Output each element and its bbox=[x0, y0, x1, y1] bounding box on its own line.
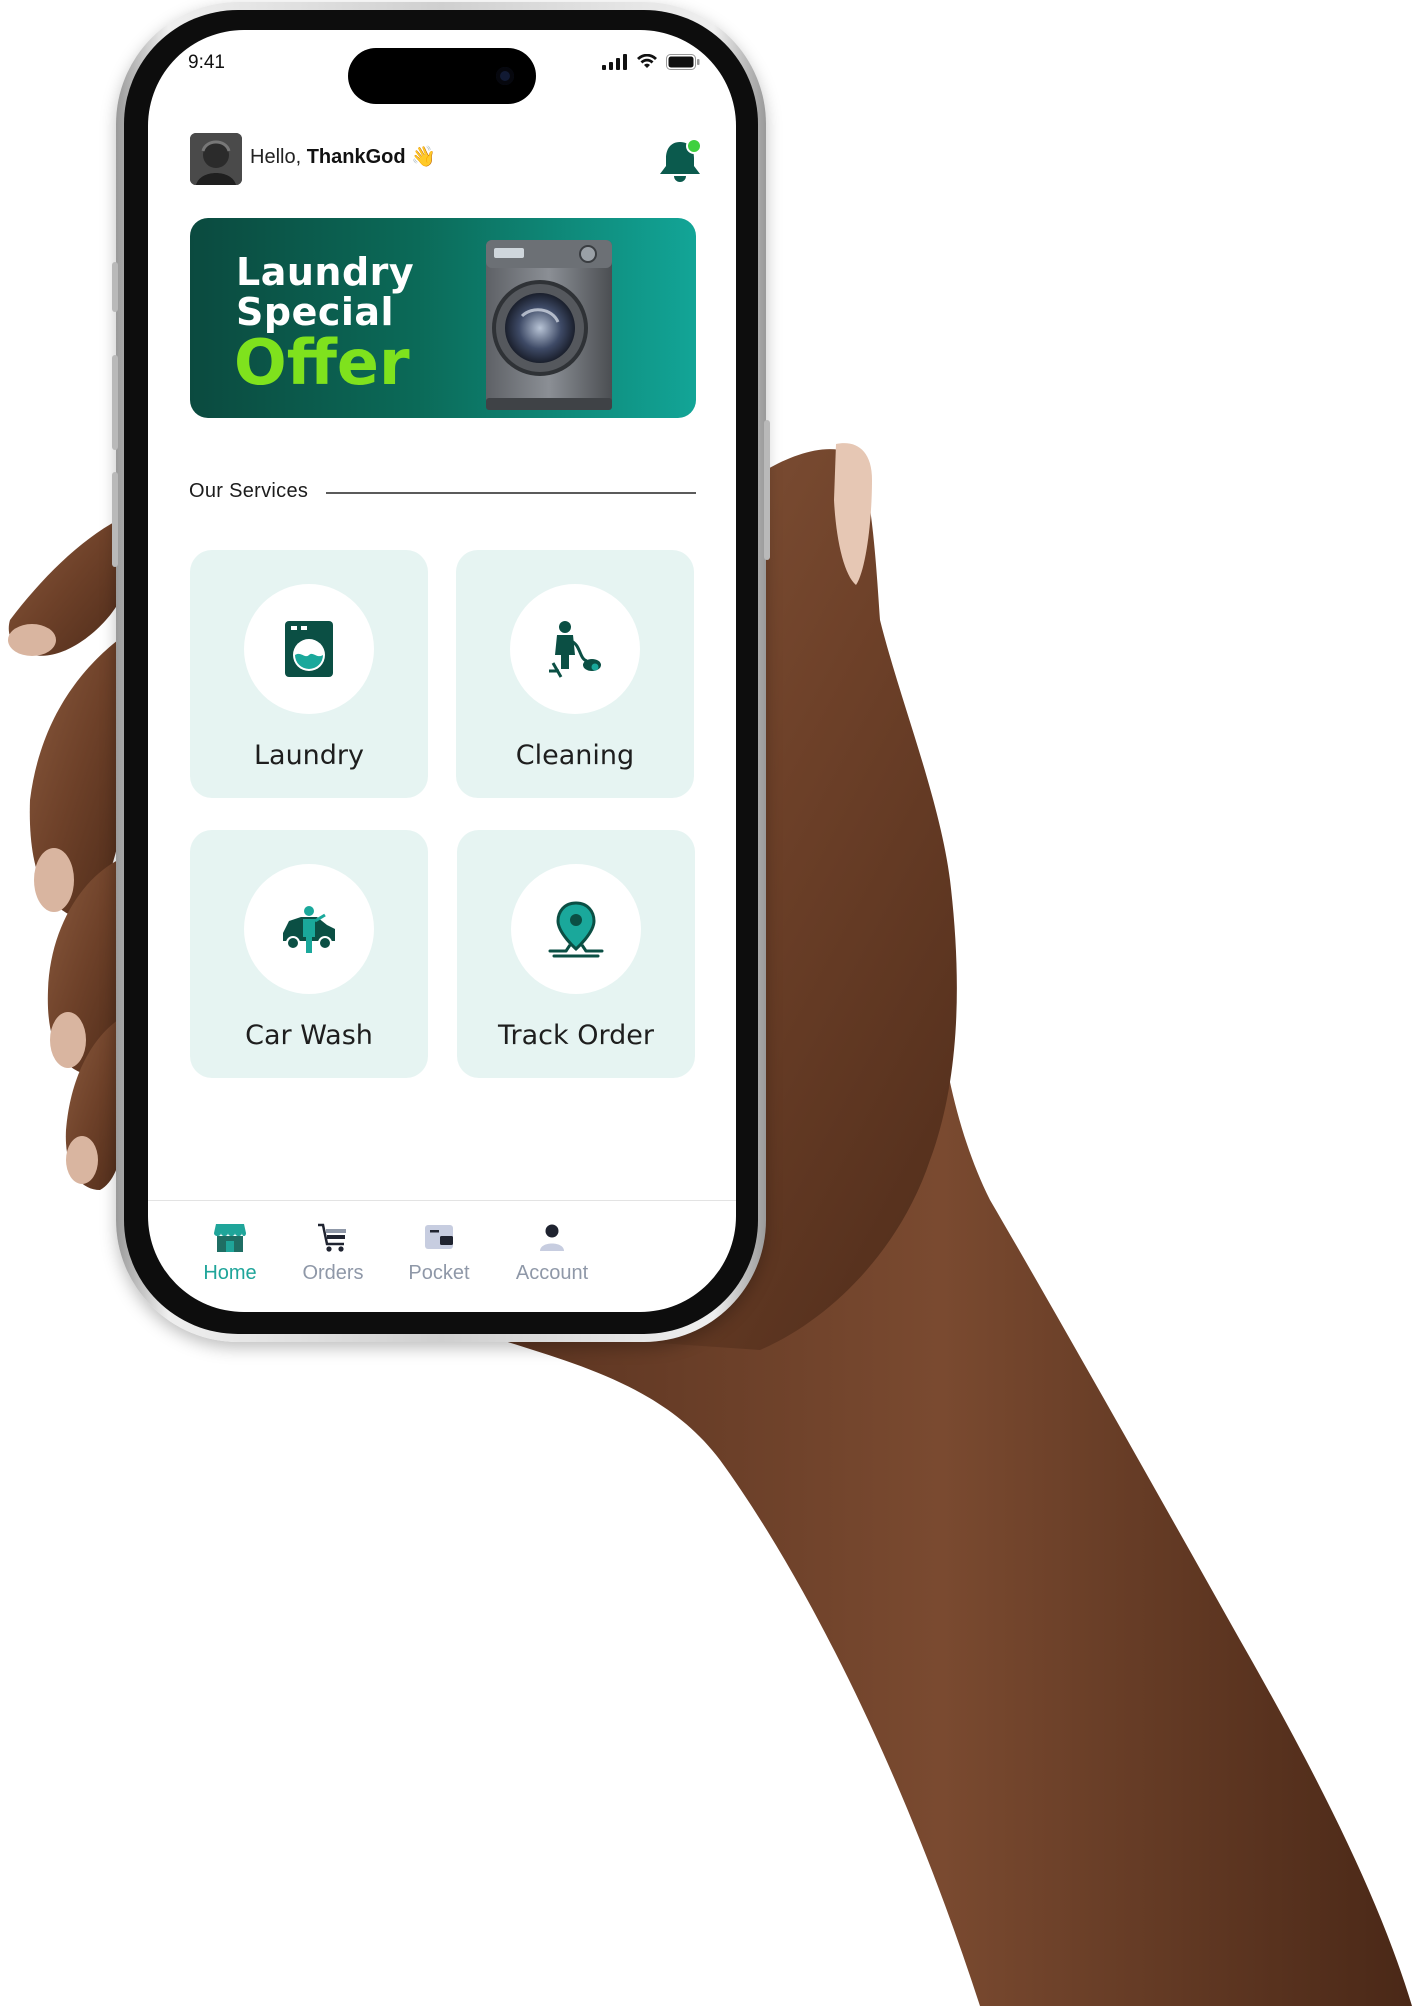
action-button bbox=[112, 262, 118, 312]
greeting: Hello, ThankGod 👋 bbox=[250, 144, 436, 169]
washing-machine-image bbox=[486, 240, 612, 410]
section-title-services: Our Services bbox=[189, 480, 309, 502]
status-time: 9:41 bbox=[188, 52, 225, 73]
nav-label: Account bbox=[515, 1262, 589, 1284]
service-label: Cleaning bbox=[515, 740, 635, 771]
service-card-laundry[interactable]: Laundry bbox=[190, 550, 428, 798]
wave-emoji-icon: 👋 bbox=[411, 146, 437, 168]
phone-screen: 9:41 Hello, ThankGod 👋 Laundry Special O… bbox=[148, 30, 736, 1312]
service-card-track-order[interactable]: Track Order bbox=[457, 830, 695, 1078]
volume-up-button bbox=[112, 355, 118, 450]
battery-icon bbox=[666, 54, 700, 70]
cart-icon bbox=[318, 1223, 346, 1252]
banner-title-line1: Laundry bbox=[236, 250, 415, 294]
service-label: Laundry bbox=[253, 740, 365, 771]
signal-icon bbox=[602, 54, 627, 70]
banner-title-offer: Offer bbox=[234, 326, 410, 399]
user-icon bbox=[540, 1224, 564, 1251]
service-card-cleaning[interactable]: Cleaning bbox=[456, 550, 694, 798]
nav-label: Pocket bbox=[408, 1262, 470, 1284]
camera-icon bbox=[496, 67, 514, 85]
service-card-car-wash[interactable]: Car Wash bbox=[190, 830, 428, 1078]
nav-label: Home bbox=[203, 1262, 257, 1284]
user-name: ThankGod bbox=[306, 146, 406, 168]
location-pin-icon bbox=[548, 901, 604, 958]
store-icon bbox=[214, 1224, 246, 1252]
status-icons bbox=[602, 54, 700, 70]
car-wash-icon bbox=[283, 906, 335, 953]
wifi-icon bbox=[637, 54, 657, 68]
notification-bell-icon[interactable] bbox=[656, 136, 704, 182]
washing-machine-icon bbox=[285, 621, 333, 677]
volume-down-button bbox=[112, 472, 118, 567]
section-divider bbox=[326, 492, 696, 494]
avatar[interactable] bbox=[190, 133, 242, 185]
nav-item-orders[interactable]: Orders bbox=[273, 1220, 393, 1285]
nav-item-account[interactable]: Account bbox=[492, 1220, 612, 1285]
service-icon-circle bbox=[244, 864, 374, 994]
service-icon-circle bbox=[511, 864, 641, 994]
greeting-prefix: Hello, bbox=[250, 146, 302, 168]
nav-item-home[interactable]: Home bbox=[170, 1220, 290, 1285]
power-button bbox=[764, 420, 770, 560]
bottom-nav-divider bbox=[148, 1200, 736, 1201]
service-label: Car Wash bbox=[245, 1020, 373, 1051]
avatar-photo bbox=[190, 133, 242, 185]
service-label: Track Order bbox=[498, 1020, 654, 1051]
service-icon-circle bbox=[510, 584, 640, 714]
nav-item-pocket[interactable]: Pocket bbox=[379, 1220, 499, 1285]
promo-banner[interactable]: Laundry Special Offer bbox=[190, 218, 696, 418]
service-icon-circle bbox=[244, 584, 374, 714]
nav-label: Orders bbox=[302, 1262, 364, 1284]
vacuum-cleaning-icon bbox=[549, 621, 601, 678]
dynamic-island bbox=[348, 48, 536, 104]
wallet-icon bbox=[425, 1225, 453, 1249]
